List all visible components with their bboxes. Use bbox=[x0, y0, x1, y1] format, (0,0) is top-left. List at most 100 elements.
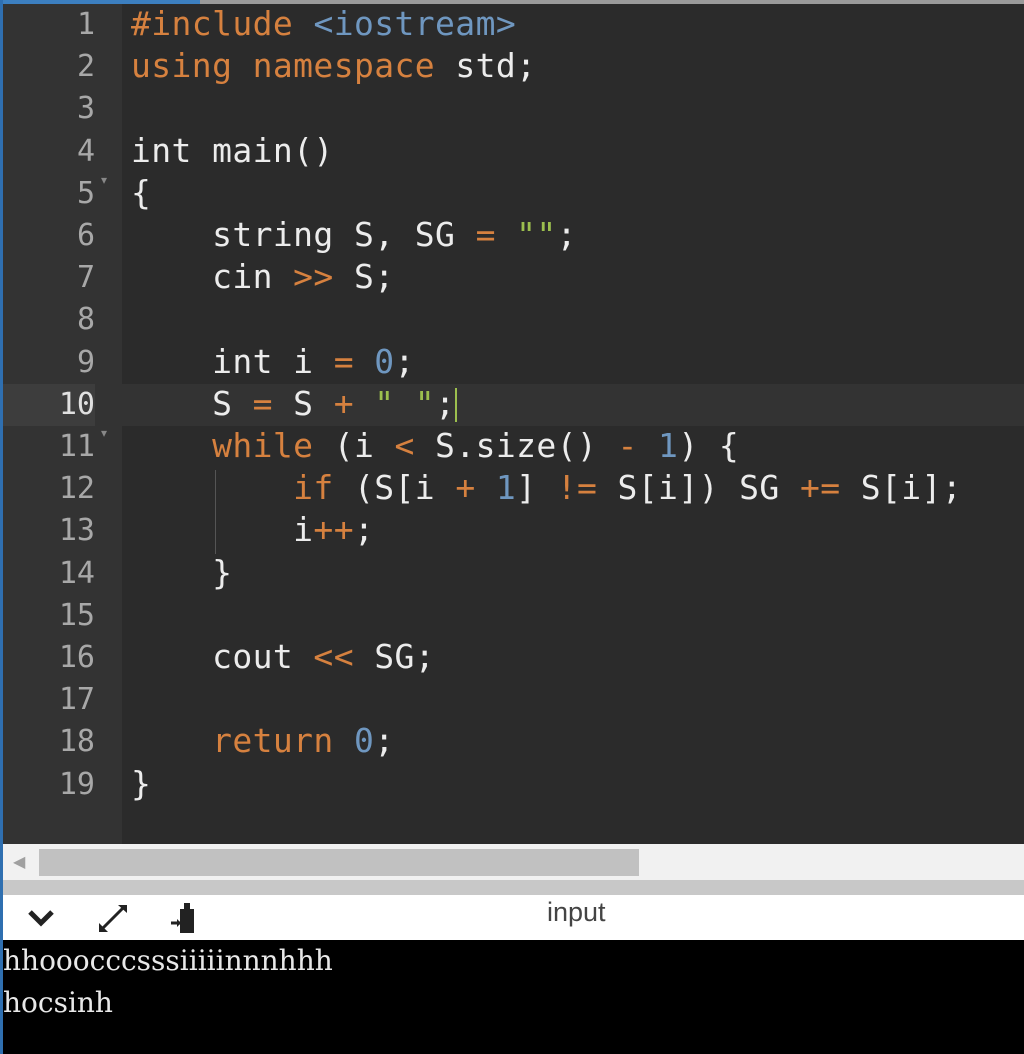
code-line[interactable]: 9 int i = 0; bbox=[3, 342, 1024, 384]
code-text: if (S[i + 1] != S[i]) SG += S[i]; bbox=[131, 468, 962, 510]
code-token: >> bbox=[293, 257, 334, 297]
code-token: += bbox=[799, 468, 841, 508]
input-label: input bbox=[547, 897, 606, 927]
code-line[interactable]: 10 S = S + " "; bbox=[3, 383, 1024, 426]
line-number: 6 bbox=[76, 218, 95, 253]
code-token: ; bbox=[394, 341, 415, 381]
code-token: + bbox=[455, 468, 476, 508]
code-line[interactable]: 19} bbox=[3, 764, 1024, 806]
code-token: cin bbox=[131, 257, 294, 297]
code-token: S[i]) SG bbox=[597, 468, 800, 508]
io-toolbar: input bbox=[3, 895, 1024, 940]
code-token: "" bbox=[516, 215, 557, 254]
code-token: << bbox=[313, 637, 354, 676]
code-line[interactable]: 16 cout << SG; bbox=[3, 637, 1024, 679]
code-text: { bbox=[131, 173, 151, 215]
code-token: while bbox=[212, 426, 314, 465]
code-token: } bbox=[131, 552, 233, 592]
code-token: != bbox=[556, 468, 598, 508]
line-number: 2 bbox=[76, 49, 95, 85]
code-line[interactable]: 11 ▾ while (i < S.size() - 1) { bbox=[3, 426, 1024, 468]
code-token: S bbox=[272, 383, 334, 423]
code-text: return 0; bbox=[131, 721, 395, 763]
code-line[interactable]: 13 i++; bbox=[3, 510, 1024, 552]
line-number: 11 bbox=[58, 429, 95, 464]
code-token: } bbox=[131, 763, 152, 803]
panel-splitter[interactable] bbox=[3, 880, 1024, 895]
horizontal-scrollbar[interactable]: ◀ bbox=[3, 844, 1024, 880]
code-token: int i bbox=[131, 341, 334, 381]
code-token: S; bbox=[333, 257, 395, 297]
code-text: } bbox=[131, 553, 232, 595]
chevron-down-icon[interactable] bbox=[23, 901, 59, 935]
code-line[interactable]: 1 #include <iostream> bbox=[3, 4, 1024, 46]
code-token: #include bbox=[131, 4, 294, 43]
code-line[interactable]: 6 string S, SG = ""; bbox=[3, 215, 1024, 257]
code-text: cin >> S; bbox=[131, 257, 395, 299]
code-line[interactable]: 5 ▾ { bbox=[3, 173, 1024, 215]
line-number: 12 bbox=[58, 471, 95, 507]
console-output-line: hocsinh bbox=[3, 986, 113, 1019]
expand-icon[interactable] bbox=[95, 901, 131, 935]
console-output[interactable]: hhoooccсsssiiiiinnnhhh hocsinh bbox=[3, 940, 1024, 1054]
code-token: 1 bbox=[658, 426, 679, 465]
code-line[interactable]: 17 bbox=[3, 679, 1024, 721]
code-token: ; bbox=[556, 215, 577, 254]
code-text: while (i < S.size() - 1) { bbox=[131, 426, 739, 468]
code-token: + bbox=[333, 383, 354, 423]
code-text: string S, SG = ""; bbox=[131, 215, 577, 257]
code-token: " " bbox=[374, 383, 436, 423]
code-token: - bbox=[617, 426, 638, 465]
code-token: S bbox=[131, 383, 253, 423]
scrollbar-thumb[interactable] bbox=[39, 849, 639, 876]
line-number: 1 bbox=[76, 7, 95, 42]
code-text: i++; bbox=[131, 510, 374, 552]
code-token: ++ bbox=[313, 510, 354, 550]
text-cursor bbox=[455, 388, 458, 423]
code-text: S = S + " "; bbox=[131, 383, 458, 426]
code-token: 0 bbox=[374, 341, 395, 381]
code-token: if bbox=[293, 468, 334, 508]
code-editor[interactable]: 1 #include <iostream> 2 using namespace std… bbox=[3, 4, 1024, 844]
code-token: std; bbox=[435, 46, 537, 86]
code-token: <iostream> bbox=[313, 4, 517, 43]
code-token: using bbox=[131, 46, 233, 86]
code-token: (S[i bbox=[333, 468, 456, 508]
code-line[interactable]: 14 } bbox=[3, 553, 1024, 595]
fold-arrow-icon[interactable]: ▾ bbox=[101, 173, 115, 215]
code-token: ] bbox=[516, 468, 557, 508]
code-line[interactable]: 7 cin >> S; bbox=[3, 257, 1024, 299]
code-token: < bbox=[394, 426, 415, 465]
line-number: 9 bbox=[76, 344, 95, 380]
line-number: 19 bbox=[58, 766, 95, 802]
console-input-line: hhoooccсsssiiiiinnnhhh bbox=[3, 944, 333, 977]
code-line[interactable]: 12 if (S[i + 1] != S[i]) SG += S[i]; bbox=[3, 468, 1024, 510]
line-number: 14 bbox=[58, 555, 95, 591]
code-line[interactable]: 2 using namespace std; bbox=[3, 46, 1024, 88]
code-token: ; bbox=[374, 721, 395, 761]
code-line[interactable]: 18 return 0; bbox=[3, 721, 1024, 763]
code-text: cout << SG; bbox=[131, 637, 435, 679]
code-text: using namespace std; bbox=[131, 46, 536, 88]
code-text: int i = 0; bbox=[131, 342, 415, 384]
code-token: cout bbox=[131, 637, 314, 676]
clear-icon[interactable] bbox=[165, 901, 201, 935]
code-token: S[i]; bbox=[840, 468, 963, 508]
scroll-left-icon[interactable]: ◀ bbox=[13, 852, 25, 871]
fold-arrow-icon[interactable]: ▾ bbox=[101, 426, 115, 468]
code-line[interactable]: 4 int main() bbox=[3, 131, 1024, 173]
code-line[interactable]: 15 bbox=[3, 595, 1024, 637]
code-line[interactable]: 8 bbox=[3, 299, 1024, 341]
code-token: ; bbox=[435, 383, 456, 423]
code-token: { bbox=[131, 172, 152, 212]
code-token: ; bbox=[353, 510, 375, 550]
line-number: 8 bbox=[76, 302, 95, 338]
code-line[interactable]: 3 bbox=[3, 88, 1024, 130]
